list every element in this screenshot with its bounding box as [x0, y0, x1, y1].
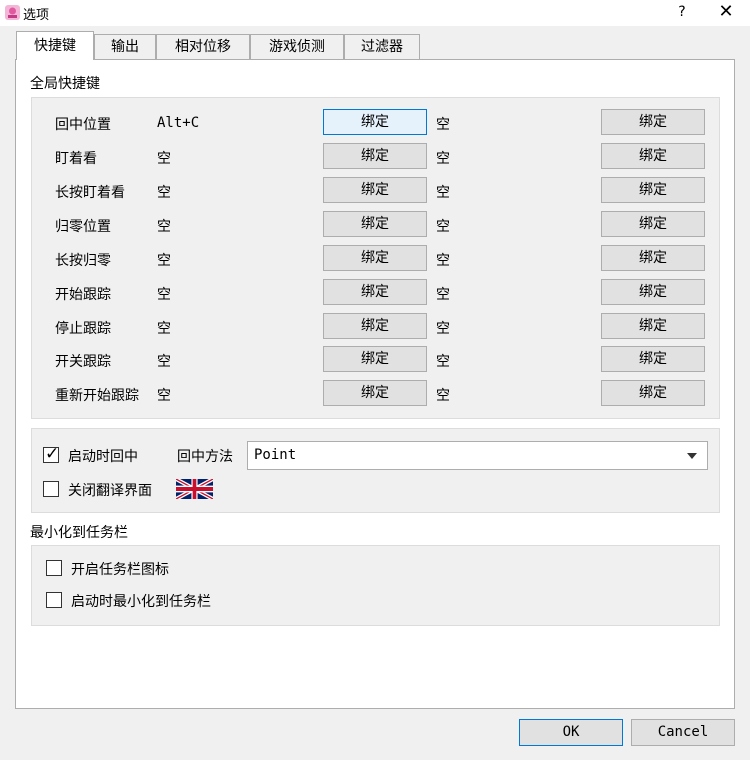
hotkey-value-primary: Alt+C: [157, 115, 200, 131]
hotkey-row: 停止跟踪 空 绑定 空 绑定: [0, 313, 750, 342]
hotkey-label: 开始跟踪: [55, 287, 111, 303]
hotkey-value-secondary: 空: [436, 117, 450, 133]
hotkey-value-primary: 空: [157, 253, 171, 269]
bind-button-secondary[interactable]: 绑定: [601, 380, 705, 406]
hotkey-value-secondary: 空: [436, 388, 450, 404]
bind-button-secondary[interactable]: 绑定: [601, 313, 705, 339]
hotkey-label: 长按归零: [55, 253, 111, 269]
hotkey-value-secondary: 空: [436, 287, 450, 303]
cancel-button[interactable]: Cancel: [631, 719, 735, 746]
center-method-label: 回中方法: [177, 449, 233, 465]
content-layer: 全局快捷键 回中位置 Alt+C 绑定 空 绑定 盯着看 空 绑定 空 绑定 长…: [0, 0, 750, 760]
center-on-start-label: 启动时回中: [68, 449, 138, 465]
hotkey-value-secondary: 空: [436, 151, 450, 167]
enable-tray-icon-label: 开启任务栏图标: [71, 562, 169, 578]
hotkey-label: 归零位置: [55, 219, 111, 235]
hotkey-row: 开始跟踪 空 绑定 空 绑定: [0, 279, 750, 308]
bind-button-primary[interactable]: 绑定: [323, 177, 427, 203]
bind-button-primary[interactable]: 绑定: [323, 346, 427, 372]
bind-button-secondary[interactable]: 绑定: [601, 211, 705, 237]
hotkey-row: 长按归零 空 绑定 空 绑定: [0, 245, 750, 274]
hotkey-value-primary: 空: [157, 388, 171, 404]
close-translation-checkbox[interactable]: [43, 481, 59, 497]
hotkey-value-secondary: 空: [436, 219, 450, 235]
enable-tray-icon-checkbox[interactable]: [46, 560, 62, 576]
hotkey-value-secondary: 空: [436, 321, 450, 337]
tray-section-title: 最小化到任务栏: [30, 525, 128, 541]
bind-button-primary[interactable]: 绑定: [323, 109, 427, 135]
hotkey-label: 回中位置: [55, 117, 111, 133]
center-on-start-checkbox[interactable]: ✓: [43, 444, 60, 464]
tray-group: [31, 545, 720, 626]
bind-button-primary[interactable]: 绑定: [323, 380, 427, 406]
hotkey-value-primary: 空: [157, 219, 171, 235]
hotkey-value-primary: 空: [157, 151, 171, 167]
hotkey-row: 回中位置 Alt+C 绑定 空 绑定: [0, 109, 750, 138]
hotkey-row: 长按盯着看 空 绑定 空 绑定: [0, 177, 750, 206]
global-hotkeys-title: 全局快捷键: [30, 76, 100, 92]
check-icon: ✓: [45, 444, 60, 464]
hotkey-label: 停止跟踪: [55, 321, 111, 337]
bind-button-secondary[interactable]: 绑定: [601, 245, 705, 271]
hotkey-value-primary: 空: [157, 354, 171, 370]
hotkey-row: 盯着看 空 绑定 空 绑定: [0, 143, 750, 172]
close-translation-label: 关闭翻译界面: [68, 483, 152, 499]
bind-button-secondary[interactable]: 绑定: [601, 346, 705, 372]
bind-button-primary[interactable]: 绑定: [323, 279, 427, 305]
bind-button-secondary[interactable]: 绑定: [601, 177, 705, 203]
start-minimized-label: 启动时最小化到任务栏: [71, 594, 211, 610]
hotkey-value-primary: 空: [157, 185, 171, 201]
bind-button-secondary[interactable]: 绑定: [601, 109, 705, 135]
hotkey-label: 盯着看: [55, 151, 97, 167]
hotkey-value-primary: 空: [157, 321, 171, 337]
hotkey-value-secondary: 空: [436, 185, 450, 201]
hotkey-row: 归零位置 空 绑定 空 绑定: [0, 211, 750, 240]
bind-button-primary[interactable]: 绑定: [323, 245, 427, 271]
uk-flag-icon[interactable]: [176, 479, 213, 499]
center-method-select[interactable]: Point: [247, 441, 708, 470]
hotkey-value-primary: 空: [157, 287, 171, 303]
bind-button-primary[interactable]: 绑定: [323, 211, 427, 237]
center-method-value: Point: [254, 447, 297, 463]
bind-button-primary[interactable]: 绑定: [323, 143, 427, 169]
bind-button-primary[interactable]: 绑定: [323, 313, 427, 339]
bind-button-secondary[interactable]: 绑定: [601, 279, 705, 305]
ok-button[interactable]: OK: [519, 719, 623, 746]
hotkey-label: 长按盯着看: [55, 185, 125, 201]
hotkey-label: 开关跟踪: [55, 354, 111, 370]
hotkey-value-secondary: 空: [436, 354, 450, 370]
start-minimized-checkbox[interactable]: [46, 592, 62, 608]
hotkey-row: 重新开始跟踪 空 绑定 空 绑定: [0, 380, 750, 409]
hotkey-value-secondary: 空: [436, 253, 450, 269]
hotkey-label: 重新开始跟踪: [55, 388, 139, 404]
chevron-down-icon: [687, 453, 697, 459]
bind-button-secondary[interactable]: 绑定: [601, 143, 705, 169]
hotkey-row: 开关跟踪 空 绑定 空 绑定: [0, 346, 750, 375]
